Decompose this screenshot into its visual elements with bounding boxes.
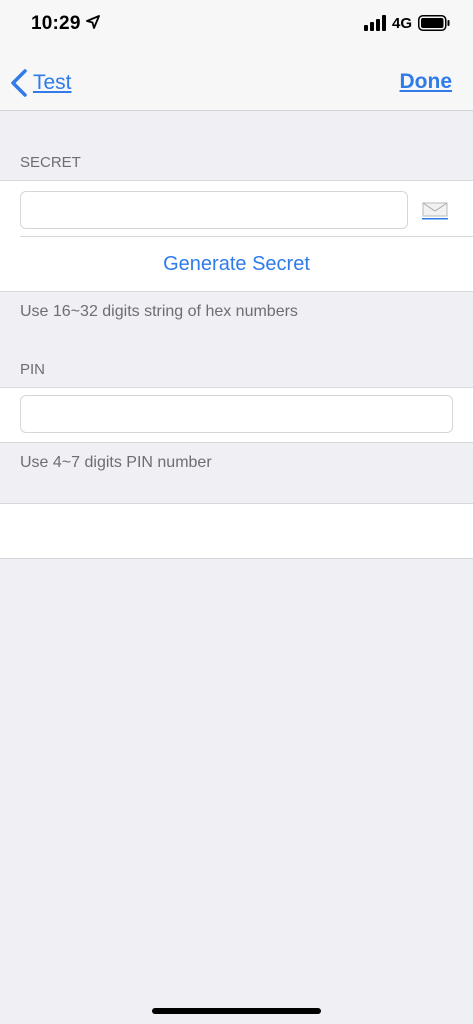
signal-icon	[364, 15, 386, 31]
secret-section-header: SECRET	[20, 154, 81, 171]
battery-icon	[418, 15, 450, 31]
generate-secret-button[interactable]: Generate Secret	[0, 237, 473, 291]
pin-group	[0, 387, 473, 443]
mail-icon[interactable]	[422, 202, 448, 220]
secret-group: Generate Secret	[0, 180, 473, 292]
network-type: 4G	[392, 15, 413, 32]
empty-cell[interactable]	[0, 503, 473, 559]
secret-section-footer: Use 16~32 digits string of hex numbers	[20, 303, 298, 320]
home-indicator	[152, 1008, 321, 1014]
pin-section-header: PIN	[20, 361, 46, 378]
location-arrow-icon	[86, 15, 100, 29]
chevron-left-icon[interactable]	[10, 69, 28, 97]
back-button[interactable]: Test	[33, 71, 72, 95]
navigation-bar: Test Done	[0, 52, 473, 111]
done-button[interactable]: Done	[400, 70, 453, 94]
pin-section-footer: Use 4~7 digits PIN number	[20, 454, 212, 471]
status-time: 10:29	[31, 13, 81, 34]
pin-input[interactable]	[20, 395, 453, 433]
secret-input[interactable]	[20, 191, 408, 229]
status-bar: 10:29 4G	[0, 0, 473, 52]
